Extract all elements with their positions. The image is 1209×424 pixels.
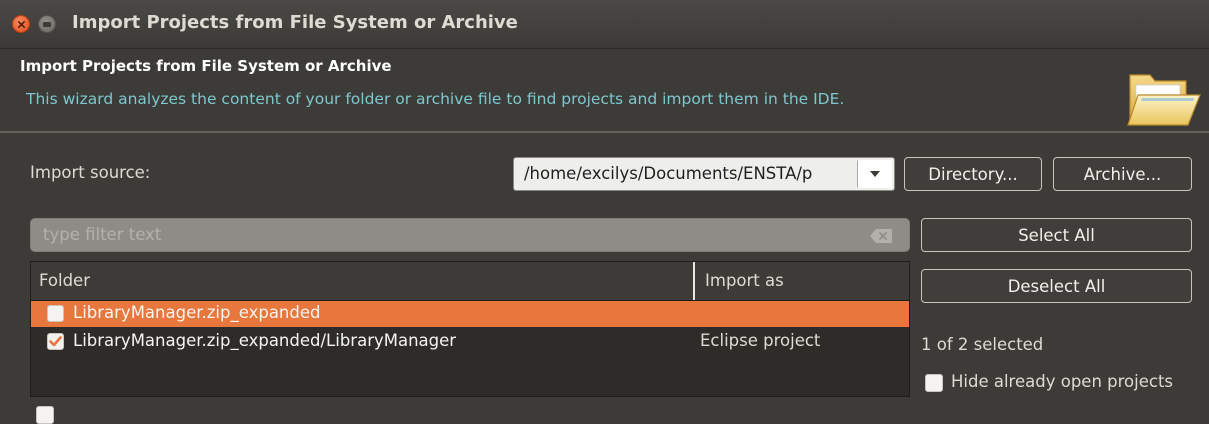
wizard-description: This wizard analyzes the content of your… — [26, 90, 845, 108]
checkmark-icon — [49, 336, 62, 347]
wizard-title: Import Projects from File System or Arch… — [20, 57, 392, 75]
projects-table[interactable]: Folder Import as LibraryManager.zip_expa… — [30, 261, 910, 397]
folder-open-icon — [1127, 74, 1201, 126]
chevron-down-icon — [870, 171, 880, 177]
combo-dropdown-button[interactable] — [857, 160, 892, 188]
import-source-combo[interactable]: /home/excilys/Documents/ENSTA/p — [513, 157, 895, 191]
row-folder: LibraryManager.zip_expanded — [73, 303, 321, 322]
close-icon — [17, 20, 25, 28]
clear-text-icon[interactable] — [869, 228, 893, 244]
selected-count-label: 1 of 2 selected — [921, 335, 1044, 354]
row-folder: LibraryManager.zip_expanded/LibraryManag… — [73, 331, 457, 350]
table-row[interactable]: LibraryManager.zip_expanded/LibraryManag… — [31, 329, 909, 355]
table-row[interactable]: LibraryManager.zip_expanded — [31, 301, 909, 327]
minimize-window-button[interactable] — [38, 15, 56, 33]
column-header-import-as[interactable]: Import as — [705, 271, 784, 290]
archive-button[interactable]: Archive... — [1053, 157, 1192, 191]
minimize-icon — [43, 21, 51, 27]
directory-button[interactable]: Directory... — [904, 157, 1042, 191]
bottom-option-checkbox[interactable] — [36, 406, 54, 424]
row-checkbox[interactable] — [47, 333, 64, 350]
row-import-as: Eclipse project — [700, 331, 821, 350]
select-all-button[interactable]: Select All — [921, 218, 1192, 252]
column-header-folder[interactable]: Folder — [39, 271, 90, 290]
hide-open-projects-label[interactable]: Hide already open projects — [951, 372, 1173, 391]
window-title: Import Projects from File System or Arch… — [72, 12, 518, 33]
deselect-all-button[interactable]: Deselect All — [921, 269, 1192, 303]
hide-open-projects-checkbox[interactable] — [925, 374, 943, 392]
close-window-button[interactable] — [12, 15, 30, 33]
filter-input[interactable]: type filter text — [30, 218, 910, 252]
table-header: Folder Import as — [31, 262, 909, 301]
import-source-value: /home/excilys/Documents/ENSTA/p — [524, 164, 813, 183]
filter-placeholder: type filter text — [43, 225, 162, 244]
import-source-label: Import source: — [30, 163, 151, 182]
column-divider[interactable] — [693, 262, 695, 300]
row-checkbox[interactable] — [47, 305, 64, 322]
wizard-header: Import Projects from File System or Arch… — [0, 49, 1209, 133]
title-bar: Import Projects from File System or Arch… — [0, 0, 1209, 49]
